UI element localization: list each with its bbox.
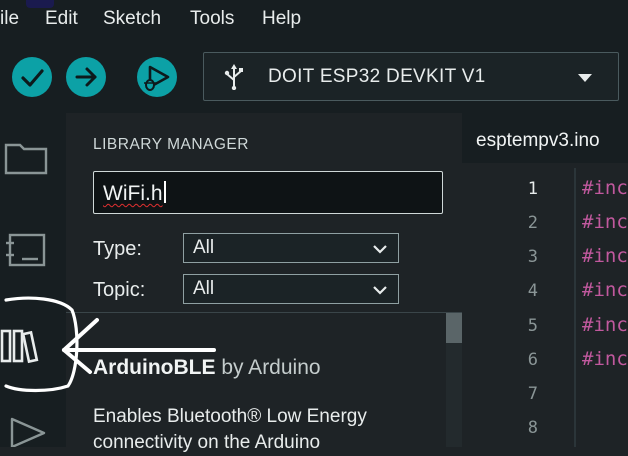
library-search-input[interactable]: WiFi.h	[93, 171, 443, 214]
code-line: #inc	[582, 211, 628, 233]
editor-tab-bar: esptempv3.ino	[462, 113, 628, 163]
checkmark-icon	[21, 69, 44, 87]
text-cursor	[163, 181, 166, 203]
menu-edit[interactable]: Edit	[45, 8, 78, 30]
folder-icon[interactable]	[4, 139, 48, 175]
line-number: 6	[527, 350, 538, 370]
gutter-separator	[574, 168, 576, 447]
menu-bar: ile Edit Sketch Tools Help	[0, 0, 628, 38]
window-notch	[26, 0, 54, 8]
verify-button[interactable]	[12, 57, 52, 97]
menu-file[interactable]: ile	[0, 8, 19, 30]
chevron-down-icon	[373, 286, 387, 295]
chevron-down-icon	[373, 245, 387, 254]
panel-title: LIBRARY MANAGER	[93, 136, 249, 153]
menu-tools[interactable]: Tools	[190, 8, 234, 30]
board-name: DOIT ESP32 DEVKIT V1	[268, 66, 486, 87]
type-select[interactable]: All	[183, 233, 399, 263]
code-line: #inc	[582, 245, 628, 267]
menu-sketch[interactable]: Sketch	[103, 8, 161, 30]
usb-icon	[224, 64, 243, 90]
line-number: 1	[527, 179, 538, 199]
upload-button[interactable]	[66, 57, 106, 97]
type-value: All	[193, 237, 215, 258]
type-label: Type:	[93, 238, 142, 260]
caret-down-icon	[578, 74, 592, 82]
arrow-right-icon	[75, 67, 97, 87]
library-name: ArduinoBLE	[93, 356, 216, 379]
library-manager-panel: LIBRARY MANAGER WiFi.h Type: All Topic: …	[66, 113, 462, 453]
code-editor: esptempv3.ino 1 #inc 2 #inc 3 #inc 4 #inc 5 #inc 6…	[462, 113, 628, 447]
line-number: 4	[527, 281, 538, 301]
line-number: 2	[527, 213, 538, 233]
debug-button[interactable]	[137, 57, 177, 97]
left-sidebar	[0, 113, 66, 447]
code-line: #inc	[582, 348, 628, 370]
library-description: Enables Bluetooth® Low Energy connectivi…	[93, 406, 367, 453]
library-item-title: ArduinoBLE by Arduino	[93, 356, 321, 380]
line-number: 3	[527, 247, 538, 267]
board-manager-icon[interactable]	[4, 229, 48, 269]
debug-play-icon	[144, 65, 170, 91]
line-number: 7	[527, 384, 538, 404]
toolbar: DOIT ESP32 DEVKIT V1	[0, 38, 628, 113]
debug-sidebar-icon[interactable]	[4, 415, 48, 447]
search-value: WiFi.h	[103, 182, 163, 205]
topic-select[interactable]: All	[183, 274, 399, 304]
editor-tab[interactable]: esptempv3.ino	[476, 130, 600, 152]
line-number: 8	[527, 418, 538, 438]
code-line: #inc	[582, 177, 628, 199]
divider	[66, 312, 462, 313]
board-selector[interactable]: DOIT ESP32 DEVKIT V1	[203, 52, 619, 101]
topic-label: Topic:	[93, 279, 146, 301]
code-line: #inc	[582, 314, 628, 336]
scroll-thumb[interactable]	[446, 313, 462, 343]
topic-value: All	[193, 278, 215, 299]
code-line: #inc	[582, 279, 628, 301]
line-number: 5	[527, 316, 538, 336]
library-author: by Arduino	[221, 356, 321, 379]
library-scrollbar[interactable]	[446, 313, 462, 447]
menu-help[interactable]: Help	[262, 8, 301, 30]
library-manager-icon[interactable]	[0, 323, 46, 367]
